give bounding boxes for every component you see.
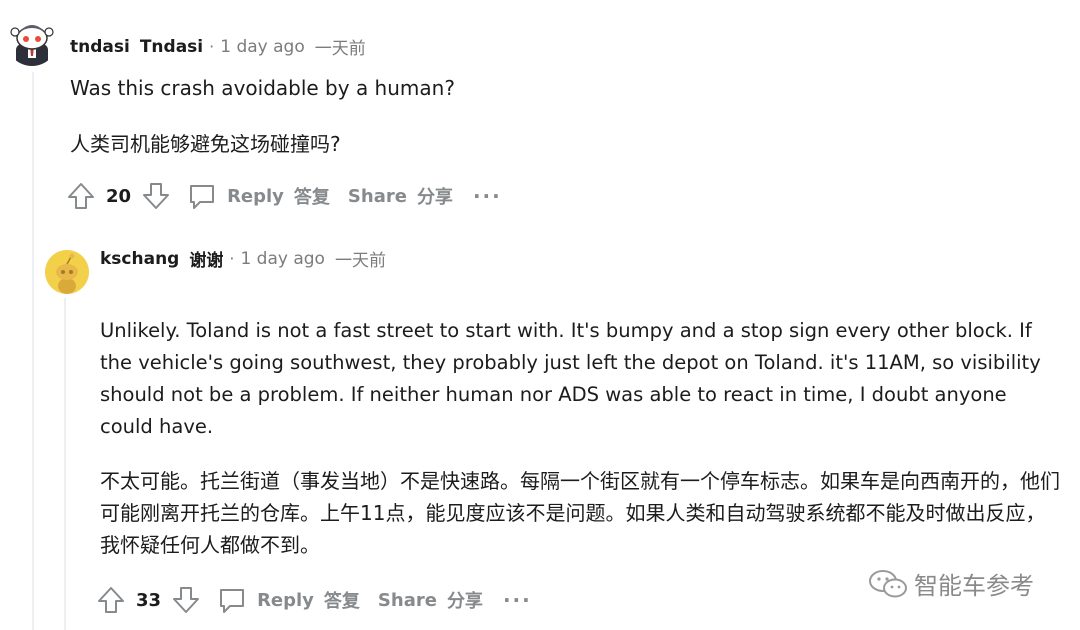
comment-body-1: Was this crash avoidable by a human? 人类司… <box>70 72 1030 160</box>
watermark-text: 智能车参考 <box>914 572 1034 600</box>
avatar-kschang[interactable] <box>45 250 89 294</box>
vote-count: 33 <box>136 589 162 611</box>
watermark: 智能车参考 <box>868 566 1034 601</box>
reply-label: Reply <box>227 185 284 207</box>
timestamp-cn: 一天前 <box>334 251 386 271</box>
user-flair: 谢谢 <box>189 251 224 271</box>
avatar-tndasi[interactable] <box>6 14 58 66</box>
comment-actions-2: 33 Reply 答复 Share 分享 ··· <box>96 584 532 616</box>
username[interactable]: kschang <box>100 249 179 269</box>
reply-button[interactable]: Reply <box>187 181 284 211</box>
separator-dot: · <box>229 249 235 268</box>
downvote-icon[interactable] <box>141 181 171 211</box>
comment-bubble-icon <box>220 589 245 613</box>
comment-text-cn: 人类司机能够避免这场碰撞吗? <box>70 132 341 156</box>
snoo-avatar-icon <box>45 250 89 294</box>
comment-text-cn: 不太可能。托兰街道（事发当地）不是快速路。每隔一个街区就有一个停车标志。如果车是… <box>100 469 1060 557</box>
timestamp-cn: 一天前 <box>314 39 366 59</box>
more-options-icon[interactable]: ··· <box>503 588 532 612</box>
user-flair: Tndasi <box>139 36 204 57</box>
share-label-cn: 分享 <box>416 187 453 208</box>
share-label: Share <box>347 185 407 207</box>
comment-actions-1: 20 Reply 答复 Share 分享 ··· <box>66 180 502 212</box>
thread-line-2[interactable] <box>64 298 66 630</box>
wechat-icon <box>869 569 907 597</box>
comment-text-en: Was this crash avoidable by a human? <box>70 76 455 100</box>
username[interactable]: tndasi <box>70 37 130 57</box>
vote-count: 20 <box>106 185 132 207</box>
upvote-icon[interactable] <box>66 181 96 211</box>
thread-line-1[interactable] <box>32 72 34 630</box>
comment-bubble-icon <box>190 185 215 209</box>
share-button[interactable]: Share <box>348 186 407 207</box>
share-button[interactable]: Share <box>378 590 437 611</box>
comment-header-2: kschang 谢谢 · 1 day ago 一天前 <box>100 246 386 272</box>
upvote-icon[interactable] <box>96 585 126 615</box>
timestamp[interactable]: 1 day ago <box>240 249 325 269</box>
share-label-cn: 分享 <box>446 591 483 612</box>
separator-dot: · <box>209 37 215 56</box>
reply-button[interactable]: Reply <box>217 585 314 615</box>
reply-label: Reply <box>257 589 314 611</box>
reply-label-cn: 答复 <box>323 591 360 612</box>
comment-body-2: Unlikely. Toland is not a fast street to… <box>100 315 1060 561</box>
comment-text-en: Unlikely. Toland is not a fast street to… <box>100 319 1041 438</box>
downvote-icon[interactable] <box>171 585 201 615</box>
comment-header-1: tndasi Tndasi · 1 day ago 一天前 <box>70 34 366 60</box>
reply-label-cn: 答复 <box>293 187 330 208</box>
share-label: Share <box>377 589 437 611</box>
timestamp[interactable]: 1 day ago <box>220 37 305 57</box>
more-options-icon[interactable]: ··· <box>473 184 502 208</box>
snoo-avatar-icon <box>6 14 58 66</box>
